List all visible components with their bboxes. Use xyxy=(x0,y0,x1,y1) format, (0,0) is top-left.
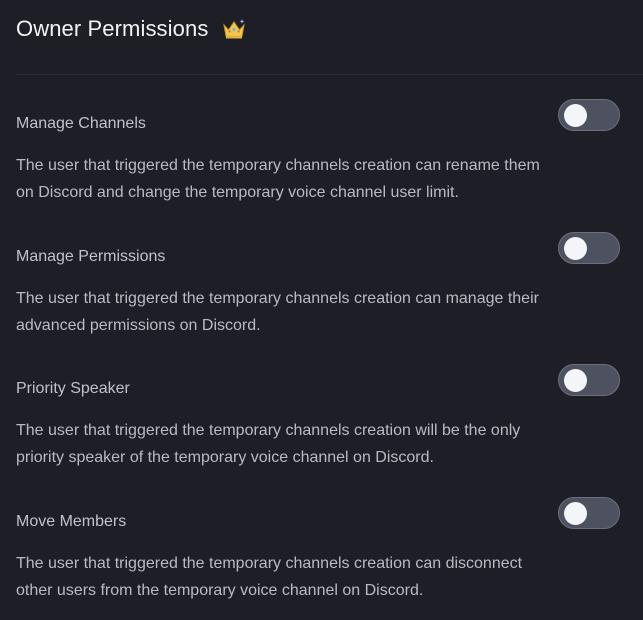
setting-description: The user that triggered the temporary ch… xyxy=(16,422,521,466)
page-header: Owner Permissions xyxy=(16,14,246,44)
setting-description: The user that triggered the temporary ch… xyxy=(16,157,540,201)
move-members-toggle[interactable] xyxy=(558,497,620,529)
toggle-knob xyxy=(564,369,587,392)
setting-manage-permissions: Manage Permissions The user that trigger… xyxy=(16,232,626,339)
toggle-knob xyxy=(564,104,587,127)
setting-label: Priority Speaker xyxy=(16,380,130,397)
setting-priority-speaker: Priority Speaker The user that triggered… xyxy=(16,364,626,471)
toggle-knob xyxy=(564,237,587,260)
toggle-knob xyxy=(564,502,587,525)
manage-channels-toggle[interactable] xyxy=(558,99,620,131)
setting-label: Move Members xyxy=(16,513,127,530)
header-divider xyxy=(16,74,643,75)
setting-description: The user that triggered the temporary ch… xyxy=(16,290,539,334)
setting-move-members: Move Members The user that triggered the… xyxy=(16,497,626,604)
setting-description: The user that triggered the temporary ch… xyxy=(16,555,523,599)
page-title: Owner Permissions xyxy=(16,16,209,41)
manage-permissions-toggle[interactable] xyxy=(558,232,620,264)
setting-manage-channels: Manage Channels The user that triggered … xyxy=(16,99,626,206)
setting-label: Manage Permissions xyxy=(16,248,166,265)
priority-speaker-toggle[interactable] xyxy=(558,364,620,396)
crown-icon xyxy=(222,18,246,40)
setting-label: Manage Channels xyxy=(16,115,146,132)
